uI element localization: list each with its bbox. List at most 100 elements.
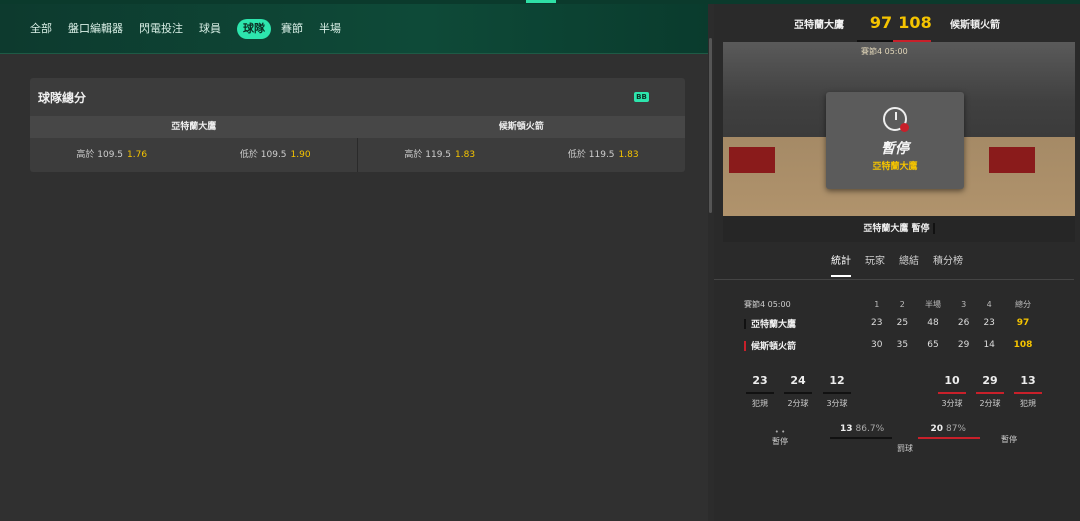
timeout-title: 暫停 <box>881 141 909 157</box>
stat-bar <box>784 392 812 394</box>
odds-row: 高於 109.5 1.76 低於 109.5 1.90 高於 119.5 1.83 低… <box>30 138 685 172</box>
away-ft-made: 20 <box>930 424 943 434</box>
stat-label: 犯規 <box>752 399 768 408</box>
score-cell: 25 <box>896 318 909 328</box>
odds-label: 高於 119.5 <box>404 150 452 160</box>
market-team-away: 候斯頓火箭 <box>498 122 544 132</box>
stat-item: 12 3分球 <box>822 372 852 409</box>
event-text: 亞特蘭大鷹 暫停 <box>863 224 930 234</box>
tab-quarters[interactable]: 賽節 <box>281 19 303 39</box>
market-teams-row: 亞特蘭大鷹 候斯頓火箭 <box>30 116 685 138</box>
tab-half[interactable]: 半場 <box>319 19 341 39</box>
team-total-market: 球隊總分 BB 亞特蘭大鷹 候斯頓火箭 高於 109.5 1.76 低於 109.… <box>30 78 685 172</box>
stat-label: 2分球 <box>979 399 1001 408</box>
table-row: 候斯頓火箭 30 35 65 29 14 108 <box>744 334 1044 356</box>
tabs-divider <box>714 279 1074 280</box>
score-cell: 23 <box>871 318 883 328</box>
market-title: 球隊總分 <box>38 90 87 105</box>
stat-label: 2分球 <box>787 399 809 408</box>
home-free-throws: 13 86.7% <box>840 424 884 434</box>
odds-button[interactable]: 低於 109.5 1.90 <box>194 138 358 172</box>
court-lane-left <box>729 147 775 173</box>
home-ft-pct: 86.7% <box>855 424 885 434</box>
stat-item: 29 2分球 <box>975 372 1005 409</box>
market-header[interactable]: 球隊總分 BB <box>30 78 685 116</box>
away-ft-bar <box>918 437 980 439</box>
tab-players[interactable]: 球員 <box>199 19 221 39</box>
stat-value: 29 <box>982 374 998 387</box>
top-indicator <box>526 0 556 3</box>
team-color-marker <box>744 319 746 329</box>
timeout-label: 暫停 <box>1001 435 1017 444</box>
score-cell: 35 <box>896 340 909 350</box>
stat-bar <box>976 392 1004 394</box>
stat-item: 10 3分球 <box>937 372 967 409</box>
away-score: 108 <box>898 13 932 32</box>
tab-bet-builder[interactable]: 盤口編輯器 <box>68 19 123 39</box>
total-cell: 108 <box>1013 340 1033 350</box>
odds-group-away: 高於 119.5 1.83 低於 119.5 1.83 <box>357 138 685 172</box>
stats-tabs: 統計 玩家 總結 積分榜 <box>714 252 1080 277</box>
odds-button[interactable]: 高於 119.5 1.83 <box>358 138 522 172</box>
tab-standings[interactable]: 積分榜 <box>933 252 963 277</box>
free-throw-stat: 13 86.7% 20 87% 罰球 <box>830 424 980 454</box>
home-ft-bar <box>830 437 892 439</box>
stat-value: 23 <box>752 374 768 387</box>
stat-value: 24 <box>790 374 806 387</box>
header-cell: 總分 <box>1014 299 1031 309</box>
stat-item: 23 犯規 <box>745 372 775 409</box>
stat-bar <box>746 392 774 394</box>
free-throw-bars <box>830 437 980 439</box>
markets-panel: 全部 盤口編輯器 閃電投注 球員 球隊 賽節 半場 球隊總分 BB 亞特蘭大鷹 … <box>0 4 708 521</box>
score-cell: 48 <box>927 318 939 328</box>
scrollbar[interactable] <box>709 38 712 213</box>
stat-item: 13 犯規 <box>1013 372 1043 409</box>
away-ft-pct: 87% <box>945 424 966 434</box>
stat-bar <box>938 392 966 394</box>
home-score: 97 <box>869 13 893 32</box>
court-lane-right <box>989 147 1035 173</box>
tab-teams[interactable]: 球隊 <box>237 18 271 39</box>
odds-price: 1.76 <box>127 150 148 160</box>
table-row: 亞特蘭大鷹 23 25 48 26 23 97 <box>744 312 1044 334</box>
table-header: 賽節4 05:00 1 2 半場 3 4 總分 <box>744 296 1044 312</box>
header-cell: 2 <box>899 299 905 309</box>
team-name: 亞特蘭大鷹 <box>751 319 797 330</box>
away-team-name: 候斯頓火箭 <box>950 19 1000 31</box>
free-throw-label: 罰球 <box>897 444 913 453</box>
header-cell: 4 <box>986 299 992 309</box>
odds-label: 高於 109.5 <box>76 150 124 160</box>
live-panel: 亞特蘭大鷹 97 108 候斯頓火箭 賽節4 05:00 暫停 亞特蘭大鷹 亞特… <box>714 4 1080 521</box>
odds-button[interactable]: 低於 119.5 1.83 <box>522 138 686 172</box>
tab-flash-bet[interactable]: 閃電投注 <box>139 19 183 39</box>
tab-players[interactable]: 玩家 <box>865 252 885 277</box>
odds-price: 1.83 <box>618 150 639 160</box>
score-cell: 65 <box>927 340 939 350</box>
timeout-label: 暫停 <box>772 437 788 446</box>
odds-group-home: 高於 109.5 1.76 低於 109.5 1.90 <box>30 138 357 172</box>
team-name: 候斯頓火箭 <box>751 341 797 352</box>
court-visualization: 賽節4 05:00 暫停 亞特蘭大鷹 亞特蘭大鷹 暫停 <box>723 42 1075 242</box>
score-cell: 29 <box>957 340 970 350</box>
odds-button[interactable]: 高於 109.5 1.76 <box>30 138 194 172</box>
score-cell: 23 <box>983 318 995 328</box>
stat-value: 10 <box>944 374 960 387</box>
tab-stats[interactable]: 統計 <box>831 252 851 277</box>
home-team-name: 亞特蘭大鷹 <box>794 19 844 31</box>
score-cell: 26 <box>957 318 970 328</box>
odds-price: 1.90 <box>290 150 311 160</box>
stat-value: 12 <box>829 374 845 387</box>
quarter-score-table: 賽節4 05:00 1 2 半場 3 4 總分 亞特蘭大鷹 23 25 48 2… <box>744 296 1044 356</box>
team-color-marker <box>932 223 935 234</box>
stat-value: 13 <box>1020 374 1036 387</box>
away-free-throws: 20 87% <box>930 424 966 434</box>
tab-summary[interactable]: 總結 <box>899 252 919 277</box>
bet-builder-badge: BB <box>634 92 649 102</box>
header-cell: 半場 <box>924 299 941 309</box>
team-color-marker <box>744 341 746 351</box>
market-tabs: 全部 盤口編輯器 閃電投注 球員 球隊 賽節 半場 <box>0 4 708 54</box>
total-cell: 97 <box>1016 318 1030 328</box>
score-cell: 30 <box>871 340 883 350</box>
stat-label: 犯規 <box>1020 399 1036 408</box>
tab-all[interactable]: 全部 <box>30 19 52 39</box>
